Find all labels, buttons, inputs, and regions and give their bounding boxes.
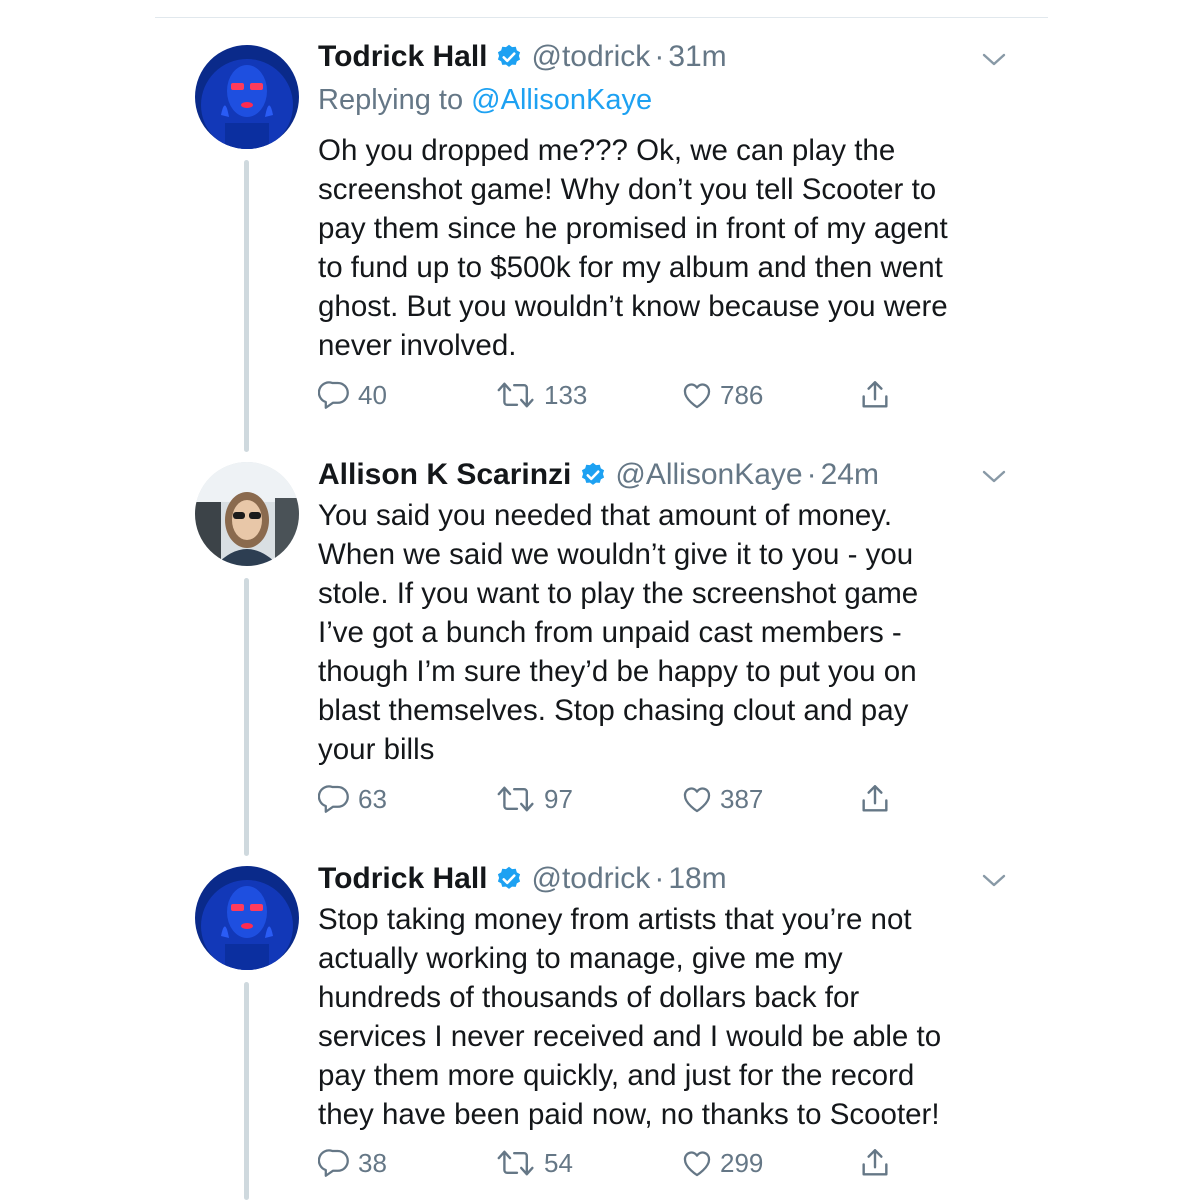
retweet-button[interactable]: 97 bbox=[496, 782, 573, 816]
separator-dot: · bbox=[806, 458, 817, 491]
like-button[interactable]: 299 bbox=[680, 1146, 763, 1180]
tweet-header: Allison K Scarinzi @AllisonKaye · 24m bbox=[318, 457, 879, 493]
reply-button[interactable]: 40 bbox=[318, 378, 387, 412]
display-name[interactable]: Todrick Hall bbox=[318, 39, 487, 75]
heart-icon bbox=[683, 383, 711, 409]
retweet-icon bbox=[497, 786, 534, 812]
mention-link[interactable]: @AllisonKaye bbox=[471, 84, 652, 116]
tweet-header: Todrick Hall @todrick · 31m bbox=[318, 39, 727, 75]
share-icon bbox=[862, 785, 888, 812]
retweet-icon bbox=[497, 382, 534, 408]
tweet-actions: 38 54 299 bbox=[318, 1146, 918, 1186]
heart-icon bbox=[683, 1151, 711, 1177]
separator-dot: · bbox=[654, 862, 665, 895]
share-button[interactable] bbox=[858, 782, 892, 816]
like-button[interactable]: 387 bbox=[680, 782, 763, 816]
like-count: 786 bbox=[720, 379, 764, 410]
thread-line bbox=[244, 160, 249, 452]
chevron-down-icon[interactable] bbox=[980, 467, 1008, 487]
reply-count: 63 bbox=[358, 783, 387, 814]
reply-count: 40 bbox=[358, 379, 387, 410]
top-divider bbox=[155, 17, 1048, 18]
reply-count: 38 bbox=[358, 1147, 387, 1178]
reply-icon bbox=[318, 785, 349, 813]
retweet-count: 133 bbox=[544, 379, 588, 410]
retweet-icon bbox=[497, 1150, 534, 1176]
like-button[interactable]: 786 bbox=[680, 378, 763, 412]
replying-to: Replying to @AllisonKaye bbox=[318, 82, 652, 118]
tweet-actions: 40 133 786 bbox=[318, 378, 918, 418]
retweet-button[interactable]: 133 bbox=[496, 378, 587, 412]
retweet-count: 97 bbox=[544, 783, 573, 814]
thread-line bbox=[244, 578, 249, 856]
verified-badge-icon bbox=[498, 44, 521, 67]
handle[interactable]: @AllisonKaye bbox=[615, 457, 802, 493]
chevron-down-icon[interactable] bbox=[980, 871, 1008, 891]
reply-icon bbox=[318, 1149, 349, 1177]
like-count: 387 bbox=[720, 783, 764, 814]
chevron-down-icon[interactable] bbox=[980, 50, 1008, 70]
tweet-text: Stop taking money from artists that you’… bbox=[318, 903, 942, 1131]
retweet-count: 54 bbox=[544, 1147, 573, 1178]
heart-icon bbox=[683, 787, 711, 813]
share-icon bbox=[862, 1149, 888, 1176]
timestamp[interactable]: 18m bbox=[668, 861, 726, 897]
reply-button[interactable]: 63 bbox=[318, 782, 387, 816]
tweet-actions: 63 97 387 bbox=[318, 782, 918, 822]
tweet-text: Oh you dropped me??? Ok, we can play the… bbox=[318, 134, 948, 362]
avatar[interactable] bbox=[195, 45, 299, 149]
avatar[interactable] bbox=[195, 462, 299, 566]
replying-prefix: Replying to bbox=[318, 84, 472, 116]
share-icon bbox=[862, 381, 888, 408]
timestamp[interactable]: 24m bbox=[821, 457, 879, 493]
tweet-header: Todrick Hall @todrick · 18m bbox=[318, 861, 727, 897]
share-button[interactable] bbox=[858, 1146, 892, 1180]
display-name[interactable]: Allison K Scarinzi bbox=[318, 457, 571, 493]
share-button[interactable] bbox=[858, 378, 892, 412]
separator-dot: · bbox=[654, 40, 665, 73]
timestamp[interactable]: 31m bbox=[668, 39, 726, 75]
thread-line bbox=[244, 982, 249, 1200]
like-count: 299 bbox=[720, 1147, 764, 1178]
retweet-button[interactable]: 54 bbox=[496, 1146, 573, 1180]
handle[interactable]: @todrick bbox=[531, 861, 650, 897]
tweet-text: You said you needed that amount of money… bbox=[318, 499, 919, 766]
avatar[interactable] bbox=[195, 866, 299, 970]
verified-badge-icon bbox=[582, 462, 605, 485]
reply-button[interactable]: 38 bbox=[318, 1146, 387, 1180]
display-name[interactable]: Todrick Hall bbox=[318, 861, 487, 897]
handle[interactable]: @todrick bbox=[531, 39, 650, 75]
verified-badge-icon bbox=[498, 866, 521, 889]
reply-icon bbox=[318, 381, 349, 409]
